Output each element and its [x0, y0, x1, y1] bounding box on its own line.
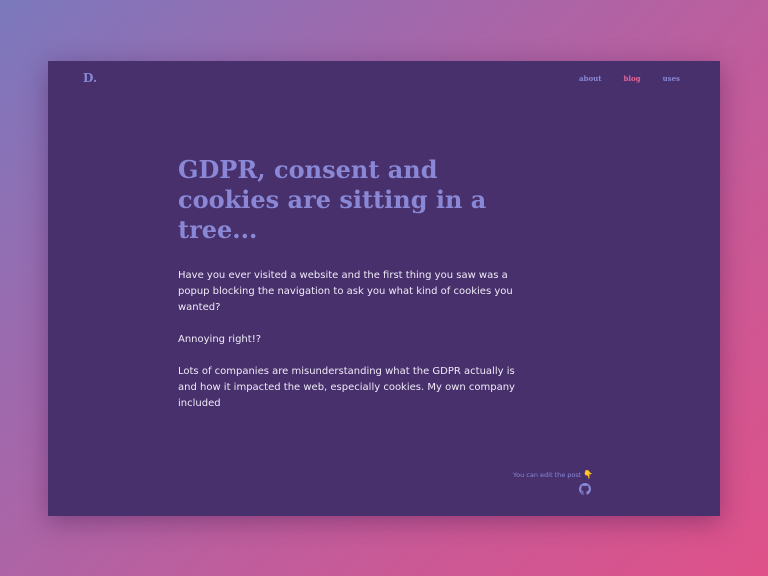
main-nav: about blog uses — [579, 74, 680, 83]
article-paragraph: Annoying right!? — [178, 334, 262, 345]
edit-post-text: You can edit the post — [513, 471, 582, 479]
browser-page: D. about blog uses GDPR, consent and coo… — [48, 61, 720, 516]
edit-post-note: You can edit the post 👇 — [513, 470, 593, 479]
nav-item-uses[interactable]: uses — [663, 74, 680, 83]
article-paragraph: Have you ever visited a website and the … — [178, 270, 513, 313]
nav-item-about[interactable]: about — [579, 74, 601, 83]
pointing-down-icon: 👇 — [583, 470, 594, 479]
article-paragraph: Lots of companies are misunderstanding w… — [178, 366, 515, 409]
github-icon[interactable] — [579, 483, 591, 495]
site-logo[interactable]: D. — [83, 71, 97, 85]
nav-item-blog[interactable]: blog — [623, 74, 640, 83]
article-title: GDPR, consent and cookies are sitting in… — [178, 155, 487, 244]
article-body: Have you ever visited a website and the … — [178, 268, 528, 428]
